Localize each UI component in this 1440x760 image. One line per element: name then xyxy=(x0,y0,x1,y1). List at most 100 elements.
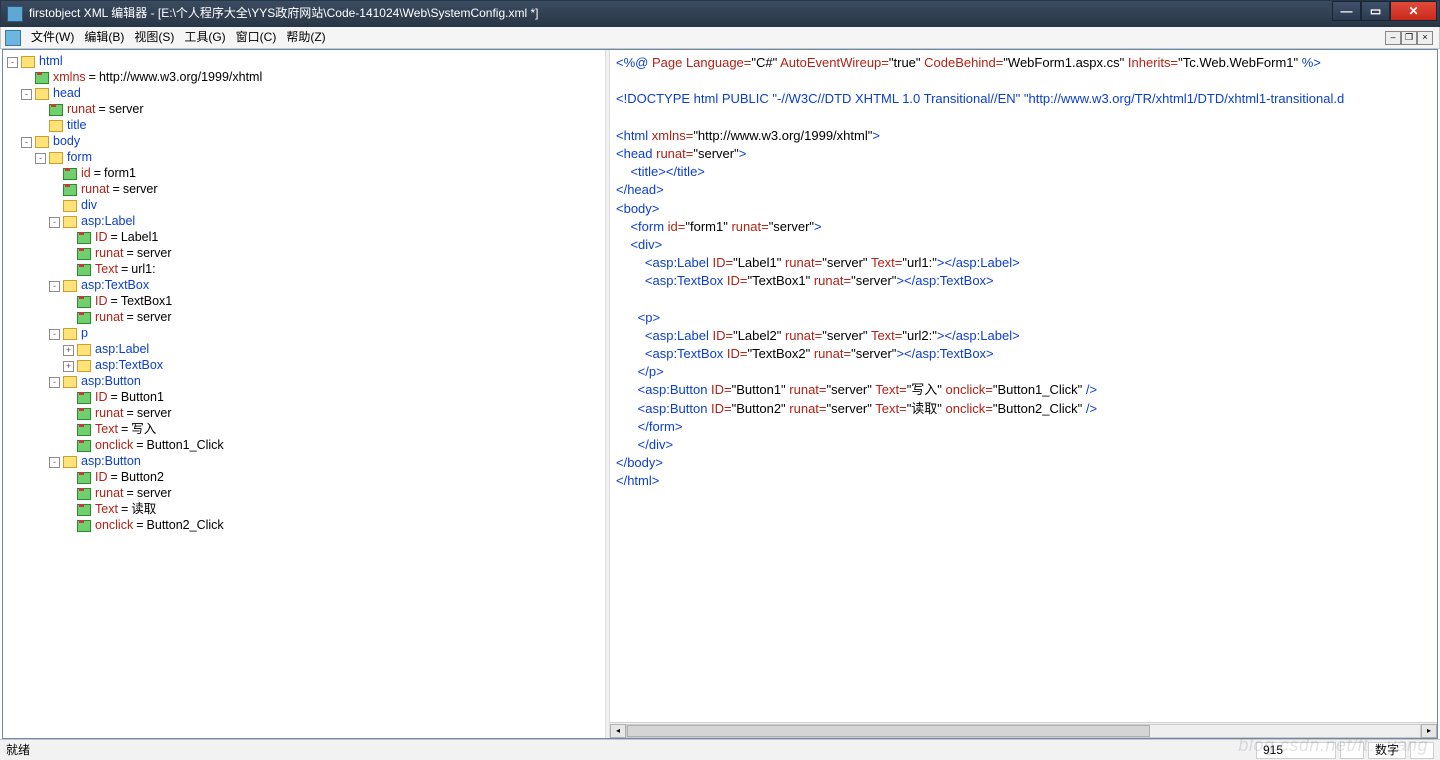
node-name: id xyxy=(81,165,91,183)
code-line[interactable]: </body> xyxy=(616,454,1431,472)
tree-element[interactable]: title xyxy=(7,118,605,134)
menu-edit[interactable]: 编辑(B) xyxy=(84,29,124,46)
node-name: asp:TextBox xyxy=(81,277,149,295)
attribute-icon xyxy=(77,472,91,484)
node-name: asp:Button xyxy=(81,453,141,471)
mdi-restore-button[interactable]: ❐ xyxy=(1401,31,1417,45)
tree-toggle-icon[interactable]: - xyxy=(49,329,60,340)
code-line[interactable]: <asp:TextBox ID="TextBox2" runat="server… xyxy=(616,345,1431,363)
code-line[interactable]: <body> xyxy=(616,200,1431,218)
mdi-minimize-button[interactable]: – xyxy=(1385,31,1401,45)
tree-attribute[interactable]: runat = server xyxy=(7,310,605,326)
tree-toggle-icon[interactable]: - xyxy=(21,137,32,148)
tree-element[interactable]: - asp:Button xyxy=(7,454,605,470)
tree-element[interactable]: - asp:TextBox xyxy=(7,278,605,294)
tree-toggle-icon[interactable]: - xyxy=(21,89,32,100)
scroll-thumb[interactable] xyxy=(627,725,1150,737)
node-name: onclick xyxy=(95,437,133,455)
code-line[interactable]: <asp:TextBox ID="TextBox1" runat="server… xyxy=(616,272,1431,290)
node-value: server xyxy=(137,245,172,263)
node-value: Button1 xyxy=(121,389,164,407)
tree-element[interactable]: -body xyxy=(7,134,605,150)
tree-attribute[interactable]: Text = 写入 xyxy=(7,422,605,438)
code-line[interactable]: <form id="form1" runat="server"> xyxy=(616,218,1431,236)
code-line[interactable]: </form> xyxy=(616,418,1431,436)
menu-view[interactable]: 视图(S) xyxy=(134,29,174,46)
tree-element[interactable]: -head xyxy=(7,86,605,102)
node-value: 读取 xyxy=(131,501,156,519)
tree-attribute[interactable]: Text = url1: xyxy=(7,262,605,278)
tree-attribute[interactable]: runat = server xyxy=(7,406,605,422)
node-name: asp:Label xyxy=(81,213,135,231)
code-line[interactable]: </p> xyxy=(616,363,1431,381)
node-value: Button2_Click xyxy=(147,517,224,535)
code-line[interactable]: <asp:Button ID="Button2" runat="server" … xyxy=(616,400,1431,418)
tree-attribute[interactable]: runat = server xyxy=(7,246,605,262)
node-value: 写入 xyxy=(131,421,156,439)
tree-attribute[interactable]: ID = TextBox1 xyxy=(7,294,605,310)
mdi-close-button[interactable]: × xyxy=(1417,31,1433,45)
tree-attribute[interactable]: Text = 读取 xyxy=(7,502,605,518)
code-line[interactable]: <asp:Label ID="Label2" runat="server" Te… xyxy=(616,327,1431,345)
attribute-icon xyxy=(77,488,91,500)
code-line[interactable]: <title></title> xyxy=(616,163,1431,181)
code-line[interactable] xyxy=(616,109,1431,127)
code-line[interactable]: <div> xyxy=(616,236,1431,254)
tree-attribute[interactable]: ID = Button2 xyxy=(7,470,605,486)
scroll-right-button[interactable]: ▸ xyxy=(1421,724,1437,738)
tree-attribute[interactable]: onclick = Button1_Click xyxy=(7,438,605,454)
menu-window[interactable]: 窗口(C) xyxy=(236,29,277,46)
code-line[interactable]: <p> xyxy=(616,309,1431,327)
tree-attribute[interactable]: runat = server xyxy=(7,102,605,118)
code-line[interactable]: <asp:Button ID="Button1" runat="server" … xyxy=(616,381,1431,399)
code-line[interactable]: <head runat="server"> xyxy=(616,145,1431,163)
tree-toggle-icon[interactable]: - xyxy=(49,281,60,292)
tree-toggle-icon[interactable]: - xyxy=(49,457,60,468)
node-name: onclick xyxy=(95,517,133,535)
node-value: server xyxy=(123,181,158,199)
scroll-track[interactable] xyxy=(626,724,1421,738)
tree-element[interactable]: -form xyxy=(7,150,605,166)
tree-attribute[interactable]: runat = server xyxy=(7,486,605,502)
tree-attribute[interactable]: xmlns = http://www.w3.org/1999/xhtml xyxy=(7,70,605,86)
code-line[interactable] xyxy=(616,72,1431,90)
tree-element[interactable]: - asp:Label xyxy=(7,214,605,230)
tree-attribute[interactable]: ID = Button1 xyxy=(7,390,605,406)
tree-toggle-icon[interactable]: + xyxy=(63,345,74,356)
tree-toggle-icon[interactable]: - xyxy=(35,153,46,164)
code-line[interactable]: </head> xyxy=(616,181,1431,199)
tree-attribute[interactable]: id = form1 xyxy=(7,166,605,182)
menu-help[interactable]: 帮助(Z) xyxy=(286,29,325,46)
code-line[interactable]: <!DOCTYPE html PUBLIC "-//W3C//DTD XHTML… xyxy=(616,90,1431,108)
tree-toggle-icon[interactable]: - xyxy=(49,377,60,388)
code-line[interactable] xyxy=(616,290,1431,308)
scroll-left-button[interactable]: ◂ xyxy=(610,724,626,738)
tree-element[interactable]: div xyxy=(7,198,605,214)
tree-toggle-icon[interactable]: - xyxy=(7,57,18,68)
code-line[interactable]: </div> xyxy=(616,436,1431,454)
tree-pane[interactable]: -htmlxmlns = http://www.w3.org/1999/xhtm… xyxy=(3,50,605,738)
menu-file[interactable]: 文件(W) xyxy=(31,29,74,46)
maximize-button[interactable]: ▭ xyxy=(1361,1,1390,21)
code-line[interactable]: <asp:Label ID="Label1" runat="server" Te… xyxy=(616,254,1431,272)
tree-element[interactable]: -html xyxy=(7,54,605,70)
element-icon xyxy=(63,328,77,340)
code-pane[interactable]: <%@ Page Language="C#" AutoEventWireup="… xyxy=(610,50,1437,738)
app-icon xyxy=(7,6,23,22)
tree-attribute[interactable]: ID = Label1 xyxy=(7,230,605,246)
tree-element[interactable]: +asp:TextBox xyxy=(7,358,605,374)
minimize-button[interactable]: — xyxy=(1332,1,1361,21)
tree-element[interactable]: -asp:Button xyxy=(7,374,605,390)
horizontal-scrollbar[interactable]: ◂ ▸ xyxy=(610,722,1437,738)
code-line[interactable]: </html> xyxy=(616,472,1431,490)
tree-toggle-icon[interactable]: - xyxy=(49,217,60,228)
tree-element[interactable]: -p xyxy=(7,326,605,342)
code-line[interactable]: <html xmlns="http://www.w3.org/1999/xhtm… xyxy=(616,127,1431,145)
tree-attribute[interactable]: onclick = Button2_Click xyxy=(7,518,605,534)
code-line[interactable]: <%@ Page Language="C#" AutoEventWireup="… xyxy=(616,54,1431,72)
tree-toggle-icon[interactable]: + xyxy=(63,361,74,372)
tree-attribute[interactable]: runat = server xyxy=(7,182,605,198)
tree-element[interactable]: +asp:Label xyxy=(7,342,605,358)
menu-tools[interactable]: 工具(G) xyxy=(184,29,225,46)
close-button[interactable]: ✕ xyxy=(1390,1,1437,21)
